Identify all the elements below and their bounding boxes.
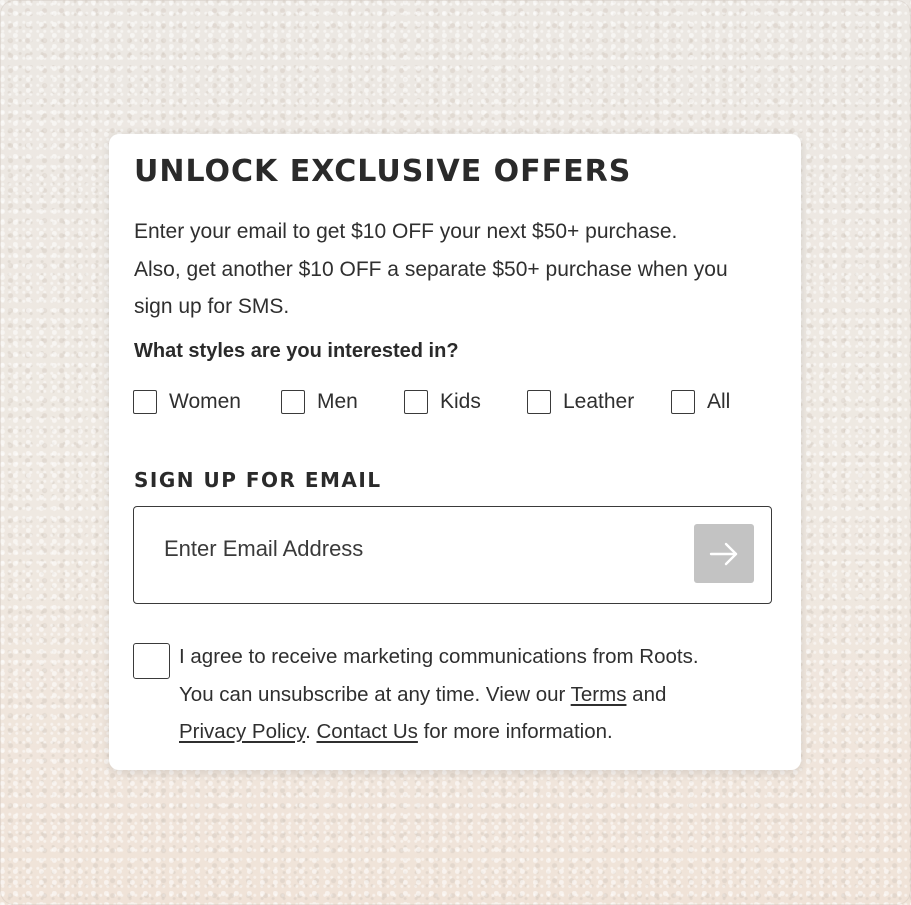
offer-description-line-3: sign up for SMS. (134, 295, 290, 318)
women-label: Women (169, 390, 241, 413)
style-option-kids[interactable]: Kids (404, 389, 481, 415)
kids-label: Kids (440, 390, 481, 413)
offer-description-line-2: Also, get another $10 OFF a separate $50… (134, 257, 728, 281)
leather-label: Leather (563, 390, 635, 413)
terms-link[interactable]: Terms (571, 683, 627, 706)
consent-separator: . (305, 720, 317, 743)
consent-and-text: and (626, 682, 667, 706)
kids-checkbox[interactable] (404, 390, 428, 414)
privacy-policy-link[interactable]: Privacy Policy (179, 720, 305, 743)
offer-description-line-1: Enter your email to get $10 OFF your nex… (134, 220, 678, 243)
email-input[interactable] (154, 529, 694, 569)
email-submit-button[interactable] (694, 524, 754, 583)
consent-line-2: You can unsubscribe at any time. View ou… (179, 676, 789, 714)
all-checkbox[interactable] (671, 390, 695, 414)
style-option-all[interactable]: All (671, 389, 730, 415)
consent-line-1: I agree to receive marketing communicati… (179, 645, 699, 668)
leather-checkbox[interactable] (527, 390, 551, 414)
men-checkbox[interactable] (281, 390, 305, 414)
women-checkbox[interactable] (133, 390, 157, 414)
marketing-consent-text: I agree to receive marketing communicati… (179, 638, 789, 751)
style-option-leather[interactable]: Leather (527, 389, 634, 415)
email-signup-heading: SIGN UP FOR EMAIL (134, 468, 382, 492)
style-option-women[interactable]: Women (133, 389, 241, 415)
consent-line-3: Privacy Policy. Contact Us for more info… (179, 713, 789, 751)
style-option-men[interactable]: Men (281, 389, 358, 415)
consent-unsubscribe-text: You can unsubscribe at any time. View ou… (179, 682, 571, 706)
styles-question: What styles are you interested in? (134, 340, 459, 362)
arrow-right-icon (709, 542, 738, 565)
marketing-consent-checkbox[interactable] (133, 643, 170, 679)
email-signup-box (133, 506, 772, 604)
men-label: Men (317, 390, 358, 413)
contact-us-link[interactable]: Contact Us (316, 720, 417, 743)
popup-title: UNLOCK EXCLUSIVE OFFERS (134, 154, 632, 189)
offer-description: Enter your email to get $10 OFF your nex… (134, 213, 784, 326)
consent-more-info-text: for more information. (417, 720, 613, 743)
newsletter-signup-popup: UNLOCK EXCLUSIVE OFFERS Enter your email… (109, 134, 801, 770)
all-label: All (707, 390, 731, 413)
